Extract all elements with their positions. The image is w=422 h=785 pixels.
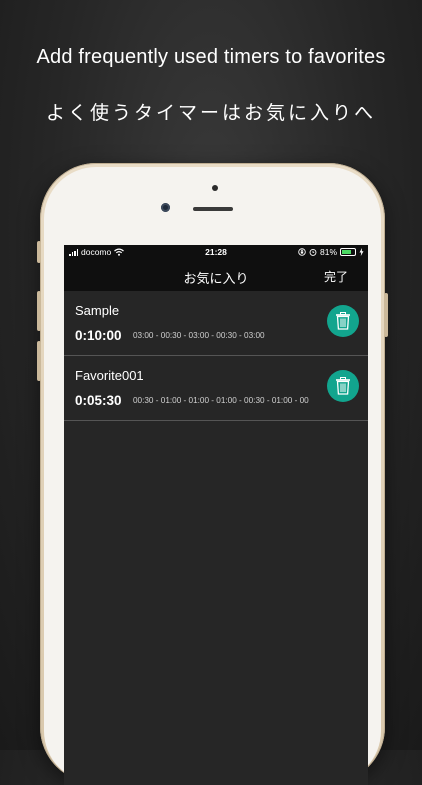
volume-up-button: [37, 291, 41, 331]
delete-button[interactable]: [327, 305, 359, 337]
earpiece-speaker: [193, 207, 233, 211]
done-button[interactable]: 完了: [324, 268, 348, 285]
favorite-total-time: 0:10:00: [75, 328, 122, 343]
favorite-interval-sequence: 03:00 - 00:30 - 03:00 - 00:30 - 03:00: [133, 331, 265, 340]
favorite-row[interactable]: Favorite001 0:05:30 00:30 - 01:00 - 01:0…: [64, 356, 368, 421]
delete-button[interactable]: [327, 370, 359, 402]
battery-percent: 81%: [319, 247, 337, 257]
orientation-lock-icon: [298, 248, 306, 256]
power-button: [384, 293, 388, 337]
volume-down-button: [37, 341, 41, 381]
status-bar: docomo 21:28 81%: [64, 245, 368, 259]
battery-icon: [340, 248, 356, 256]
nav-bar: お気に入り 完了: [64, 259, 368, 291]
favorite-row[interactable]: Sample 0:10:00 03:00 - 00:30 - 03:00 - 0…: [64, 291, 368, 356]
phone-frame: docomo 21:28 81% お気に入り 完了 Sample 0:10:00…: [37, 163, 388, 785]
trash-icon: [336, 312, 350, 330]
favorite-name: Favorite001: [75, 368, 144, 383]
alarm-icon: [309, 248, 317, 256]
phone-front: docomo 21:28 81% お気に入り 完了 Sample 0:10:00…: [44, 167, 381, 785]
favorite-interval-sequence: 00:30 - 01:00 - 01:00 - 01:00 - 00:30 - …: [133, 396, 309, 405]
page-title: お気に入り: [183, 272, 249, 287]
phone-screen: docomo 21:28 81% お気に入り 完了 Sample 0:10:00…: [64, 245, 368, 785]
headline: Add frequently used timers to favorites: [36, 46, 386, 68]
charging-icon: [359, 248, 364, 256]
favorite-total-time: 0:05:30: [75, 393, 122, 408]
trash-icon: [336, 377, 350, 395]
favorite-name: Sample: [75, 303, 120, 318]
subheadline: よく使うタイマーはお気に入りへ: [45, 102, 376, 124]
front-camera-icon: [161, 203, 170, 212]
proximity-sensor: [212, 185, 218, 191]
mute-switch: [37, 241, 41, 263]
